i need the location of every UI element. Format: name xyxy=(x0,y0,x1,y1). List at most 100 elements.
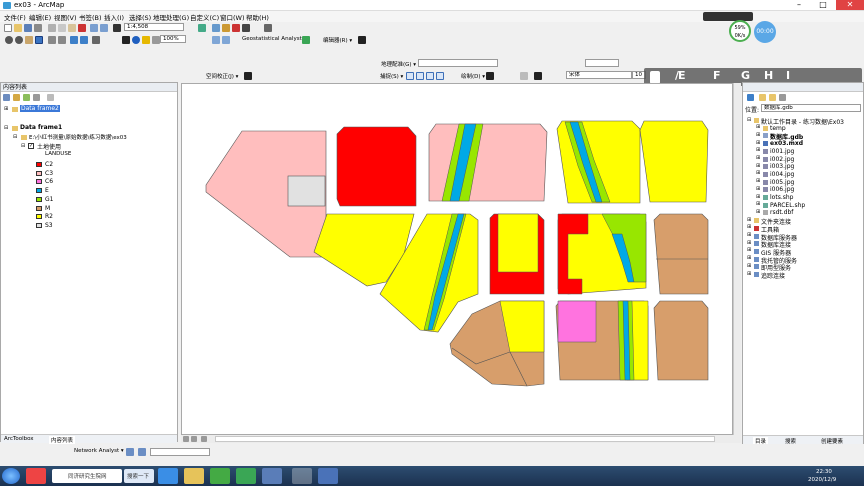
identify-icon[interactable] xyxy=(132,36,140,44)
text-tool-icon[interactable] xyxy=(534,72,542,80)
expand-icon[interactable]: ⊞ xyxy=(747,255,751,261)
expand-icon[interactable]: ⊞ xyxy=(747,232,751,238)
georef-value-box[interactable] xyxy=(585,59,619,67)
menu-help[interactable]: 帮助(H) xyxy=(246,12,269,22)
tab-arctoolbox[interactable]: ArcToolbox xyxy=(4,436,34,442)
expand-icon[interactable]: ⊞ xyxy=(756,170,760,176)
zoom-percent-combo[interactable]: 100% xyxy=(160,35,186,43)
geostat-wizard-icon[interactable] xyxy=(302,36,310,44)
catalog-item[interactable]: ex03.mxd xyxy=(770,140,803,147)
redo-icon[interactable] xyxy=(100,24,108,32)
collapse-icon[interactable]: ⊟ xyxy=(13,134,17,140)
data-frame1-item[interactable]: Data frame1 xyxy=(20,124,62,131)
hyperlink-icon[interactable] xyxy=(142,36,150,44)
zoom-out-icon[interactable] xyxy=(15,36,23,44)
map-vertical-scrollbar[interactable] xyxy=(733,83,741,435)
delete-icon[interactable] xyxy=(78,24,86,32)
connect-folder-icon[interactable] xyxy=(769,94,776,101)
catalog-item[interactable]: temp xyxy=(770,125,786,132)
expand-icon[interactable]: ⊞ xyxy=(756,209,760,215)
expand-icon[interactable]: ⊞ xyxy=(747,263,751,269)
menu-geoprocessing[interactable]: 地理处理(G) xyxy=(153,12,189,22)
catalog-up-icon[interactable] xyxy=(759,94,766,101)
expand-icon[interactable]: ⊞ xyxy=(756,132,760,138)
expand-icon[interactable]: ⊟ xyxy=(747,117,751,123)
add-data-icon[interactable] xyxy=(113,24,121,32)
font-combo[interactable]: 宋体 xyxy=(566,71,632,79)
snapping-menu[interactable]: 捕捉(S) ▾ xyxy=(380,72,403,80)
expand-icon[interactable]: ⊞ xyxy=(756,155,760,161)
catalog-view-icon[interactable] xyxy=(779,94,786,101)
legend-swatch[interactable] xyxy=(36,170,42,176)
catalog-item[interactable]: i003.jpg xyxy=(770,163,794,170)
map-view[interactable] xyxy=(181,83,733,435)
copy-icon[interactable] xyxy=(58,24,66,32)
app-icon-2[interactable] xyxy=(262,468,282,484)
geostatistical-analyst-menu[interactable]: Geostatistical Analyst ▾ xyxy=(242,36,306,42)
catalog-item[interactable]: rsdt.dbf xyxy=(770,209,793,216)
file-explorer-icon[interactable] xyxy=(184,468,204,484)
menu-selection[interactable]: 选择(S) xyxy=(129,12,151,22)
menu-edit[interactable]: 编辑(E) xyxy=(29,12,51,22)
expand-icon[interactable]: ⊞ xyxy=(756,178,760,184)
catalog-item[interactable]: i001.jpg xyxy=(770,148,794,155)
new-document-icon[interactable] xyxy=(4,24,12,32)
rectangle-icon[interactable] xyxy=(520,72,528,80)
taskbar-app-icon[interactable] xyxy=(26,468,46,484)
open-folder-icon[interactable] xyxy=(14,24,22,32)
catalog-icon[interactable] xyxy=(222,24,230,32)
layout-icon-2[interactable] xyxy=(222,36,230,44)
menu-view[interactable]: 视图(V) xyxy=(54,12,77,22)
snap-point-icon[interactable] xyxy=(406,72,414,80)
layout-view-icon[interactable] xyxy=(183,436,189,442)
browser-tab-box[interactable]: 同济研究生院网 xyxy=(52,469,122,483)
forward-extent-icon[interactable] xyxy=(80,36,88,44)
network-combo[interactable] xyxy=(150,448,210,456)
model-builder-icon[interactable] xyxy=(264,24,272,32)
list-by-visibility-icon[interactable] xyxy=(23,94,30,101)
fixed-zoom-out-icon[interactable] xyxy=(58,36,66,44)
catalog-back-icon[interactable] xyxy=(747,94,754,101)
expand-icon[interactable]: ⊞ xyxy=(747,240,751,246)
expand-icon[interactable]: ⊞ xyxy=(756,201,760,207)
map-horizontal-scrollbar[interactable] xyxy=(215,436,715,442)
recorder-progress[interactable]: 59% 0K/s xyxy=(729,20,751,42)
legend-swatch[interactable] xyxy=(36,222,42,228)
layer-visibility-checkbox[interactable]: ✓ xyxy=(28,143,34,149)
snap-end-icon[interactable] xyxy=(416,72,424,80)
scale-combo[interactable]: 1:4,508 xyxy=(124,23,184,31)
list-by-source-icon[interactable] xyxy=(13,94,20,101)
layer-name[interactable]: 土地使用 xyxy=(37,142,61,151)
legend-swatch[interactable] xyxy=(36,196,42,202)
adjust-select-icon[interactable] xyxy=(244,72,252,80)
legend-swatch[interactable] xyxy=(36,205,42,211)
minimize-button[interactable]: – xyxy=(788,0,810,10)
data-view-icon[interactable] xyxy=(191,436,197,442)
network-tool-icon-2[interactable] xyxy=(138,448,146,456)
catalog-item[interactable]: i005.jpg xyxy=(770,179,794,186)
menu-file[interactable]: 文件(F) xyxy=(4,12,26,22)
full-extent-icon[interactable] xyxy=(92,36,100,44)
catalog-item[interactable]: 追踪连接 xyxy=(761,271,785,280)
list-by-drawing-order-icon[interactable] xyxy=(3,94,10,101)
legend-swatch[interactable] xyxy=(36,179,42,185)
maximize-button[interactable]: □ xyxy=(812,0,834,10)
edit-tool-icon[interactable] xyxy=(358,36,366,44)
fixed-zoom-in-icon[interactable] xyxy=(48,36,56,44)
menu-windows[interactable]: 窗口(W) xyxy=(220,12,245,22)
expand-icon[interactable]: ⊞ xyxy=(4,106,8,112)
catalog-item[interactable]: lots.shp xyxy=(770,194,793,201)
back-extent-icon[interactable] xyxy=(70,36,78,44)
arccatalog-taskbar-icon[interactable] xyxy=(318,468,338,484)
paste-icon[interactable] xyxy=(68,24,76,32)
collapse-icon[interactable]: ⊟ xyxy=(21,143,25,149)
zoom-in-icon[interactable] xyxy=(5,36,13,44)
chrome-icon[interactable] xyxy=(236,468,256,484)
catalog-item[interactable]: PARCEL.shp xyxy=(770,202,805,209)
arctoolbox-icon[interactable] xyxy=(232,24,240,32)
snap-vertex-icon[interactable] xyxy=(426,72,434,80)
source-path[interactable]: E:\小红书测量\原始数据\练习数据\ex03 xyxy=(29,133,127,141)
table-of-contents-icon[interactable] xyxy=(212,24,220,32)
editor-toolbar-icon[interactable] xyxy=(198,24,206,32)
toc-options-icon[interactable] xyxy=(47,94,54,101)
